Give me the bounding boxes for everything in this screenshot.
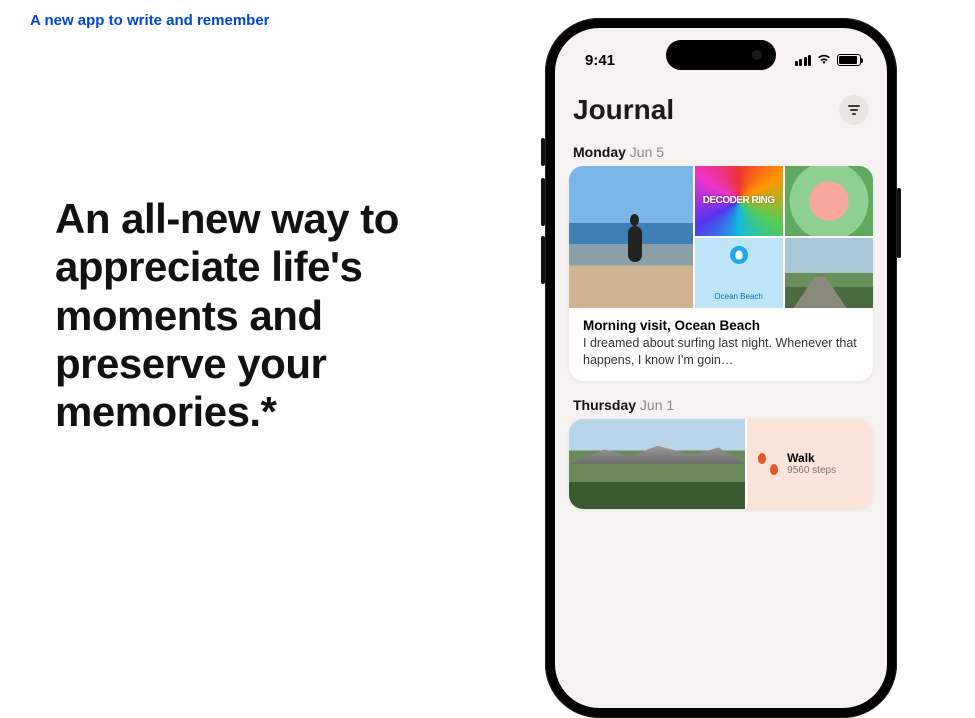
day-date: Jun 1 <box>640 397 674 413</box>
headline-text: An all-new way to appreciate life's mome… <box>55 195 435 436</box>
journal-entry-card[interactable]: Walk 9560 steps <box>569 419 873 509</box>
podcast-title-text: DECODER RING <box>695 166 783 236</box>
journal-feed[interactable]: Monday Jun 5 DECODER RING Ocean Beach <box>555 144 887 509</box>
entry-body: Morning visit, Ocean Beach I dreamed abo… <box>569 308 873 381</box>
filter-icon <box>848 105 860 107</box>
walk-tile[interactable]: Walk 9560 steps <box>747 419 873 509</box>
wifi-icon <box>816 53 832 67</box>
photo-path[interactable] <box>785 238 873 308</box>
entry-title: Morning visit, Ocean Beach <box>583 318 859 333</box>
location-label: Ocean Beach <box>695 293 783 302</box>
walk-label: Walk <box>787 451 836 465</box>
status-time: 9:41 <box>585 52 615 69</box>
phone-volume-down <box>541 236 545 284</box>
day-header: Monday Jun 5 <box>573 144 873 160</box>
podcast-artwork[interactable]: DECODER RING <box>695 166 783 236</box>
day-weekday: Monday <box>573 144 626 160</box>
iphone-mockup: 9:41 Journal Monday Jun 5 <box>545 18 897 718</box>
phone-screen: 9:41 Journal Monday Jun 5 <box>555 28 887 708</box>
location-tile[interactable]: Ocean Beach <box>695 238 783 308</box>
day-header: Thursday Jun 1 <box>573 397 873 413</box>
dynamic-island <box>666 40 776 70</box>
tagline-text: A new app to write and remember <box>30 12 270 29</box>
battery-icon <box>837 54 861 66</box>
photo-shell[interactable] <box>785 166 873 236</box>
app-title: Journal <box>573 94 674 126</box>
status-icons <box>795 53 862 67</box>
entry-snippet: I dreamed about surfing last night. When… <box>583 335 859 369</box>
footsteps-icon <box>757 453 779 475</box>
phone-mute-switch <box>541 138 545 166</box>
day-weekday: Thursday <box>573 397 636 413</box>
photo-mountains[interactable] <box>569 419 745 509</box>
photo-beach[interactable] <box>569 166 693 308</box>
day-date: Jun 5 <box>630 144 664 160</box>
walk-steps: 9560 steps <box>787 465 836 476</box>
journal-entry-card[interactable]: DECODER RING Ocean Beach Morning visit, … <box>569 166 873 381</box>
filter-button[interactable] <box>839 95 869 125</box>
app-header: Journal <box>555 76 887 136</box>
entry-media-grid: Walk 9560 steps <box>569 419 873 509</box>
map-pin-icon <box>730 246 748 264</box>
phone-side-button <box>897 188 901 258</box>
entry-media-grid: DECODER RING Ocean Beach <box>569 166 873 308</box>
phone-volume-up <box>541 178 545 226</box>
cellular-icon <box>795 55 812 66</box>
